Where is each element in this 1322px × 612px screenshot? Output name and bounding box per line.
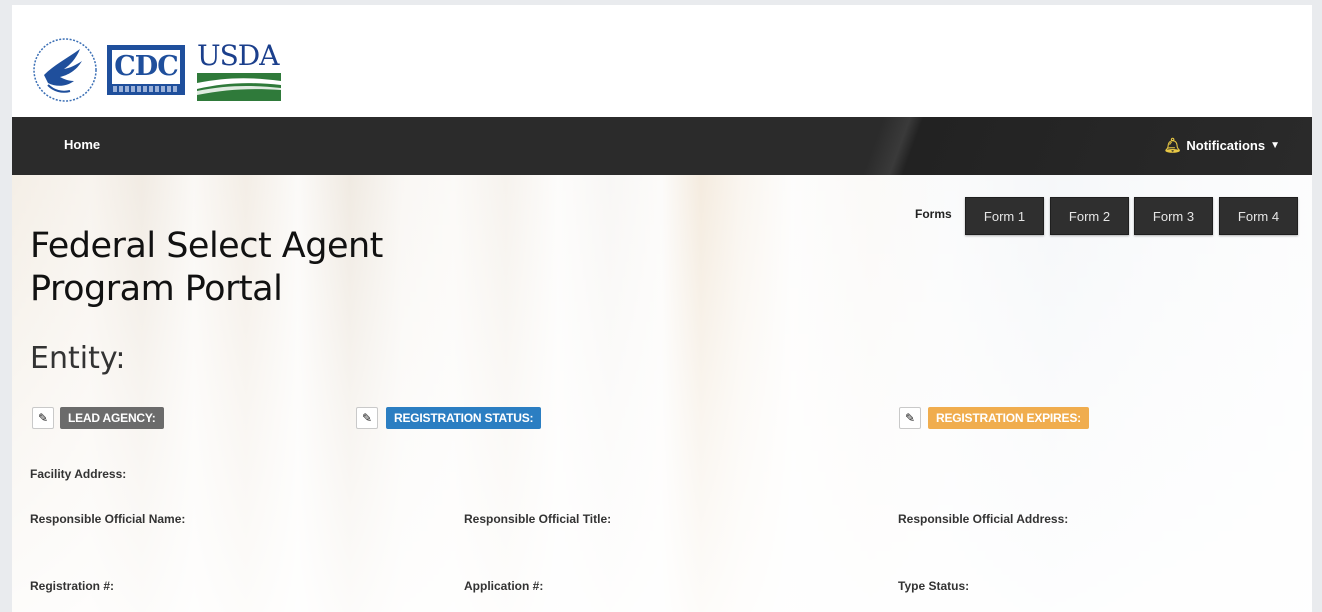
registration-number-label: Registration #: [30, 579, 115, 593]
edit-registration-expires-button[interactable]: ✎ [899, 407, 921, 429]
registration-status-badge: REGISTRATION STATUS: [386, 407, 542, 429]
form-1-button[interactable]: Form 1 [965, 197, 1044, 235]
type-status-label: Type Status: [898, 579, 970, 593]
usda-logo: USDA [197, 39, 281, 101]
facility-address-label: Facility Address: [30, 467, 127, 481]
registration-expires-badge: REGISTRATION EXPIRES: [928, 407, 1089, 429]
page-title-line-2: Program Portal [30, 269, 283, 309]
ro-title-label: Responsible Official Title: [464, 512, 612, 526]
top-navbar: Home 🔔︎ Notifications ▼ [12, 117, 1312, 175]
pencil-icon: ✎ [37, 411, 49, 425]
nav-home-link[interactable]: Home [64, 137, 100, 152]
form-2-button[interactable]: Form 2 [1050, 197, 1129, 235]
pencil-icon: ✎ [904, 411, 916, 425]
cdc-logo: CDC [107, 45, 185, 95]
main-content: Forms Form 1 Form 2 Form 3 Form 4 Federa… [12, 175, 1312, 612]
cdc-logo-text: CDC [114, 51, 178, 82]
notifications-dropdown[interactable]: 🔔︎ Notifications ▼ [1164, 137, 1280, 154]
lead-agency-badge: LEAD AGENCY: [60, 407, 164, 429]
edit-registration-status-button[interactable]: ✎ [356, 407, 378, 429]
ro-name-label: Responsible Official Name: [30, 512, 186, 526]
edit-lead-agency-button[interactable]: ✎ [32, 407, 54, 429]
notifications-label: Notifications [1186, 138, 1266, 153]
pencil-icon: ✎ [361, 411, 373, 425]
usda-field-mark [197, 73, 281, 101]
forms-label: Forms [915, 207, 952, 221]
form-4-button[interactable]: Form 4 [1219, 197, 1298, 235]
brand-header: CDC USDA [12, 5, 1312, 117]
caret-down-icon: ▼ [1270, 140, 1280, 151]
usda-logo-text: USDA [197, 39, 279, 72]
application-number-label: Application #: [464, 579, 544, 593]
ro-address-label: Responsible Official Address: [898, 512, 1069, 526]
bell-icon: 🔔︎ [1163, 137, 1182, 153]
page-title-line-1: Federal Select Agent [30, 226, 383, 266]
hhs-eagle-logo [33, 38, 97, 102]
entity-label: Entity: [30, 341, 126, 376]
portal-page: CDC USDA Home 🔔︎ Notifications ▼ Forms F… [12, 5, 1312, 612]
page-title: Federal Select Agent Program Portal [30, 225, 450, 311]
form-3-button[interactable]: Form 3 [1134, 197, 1213, 235]
